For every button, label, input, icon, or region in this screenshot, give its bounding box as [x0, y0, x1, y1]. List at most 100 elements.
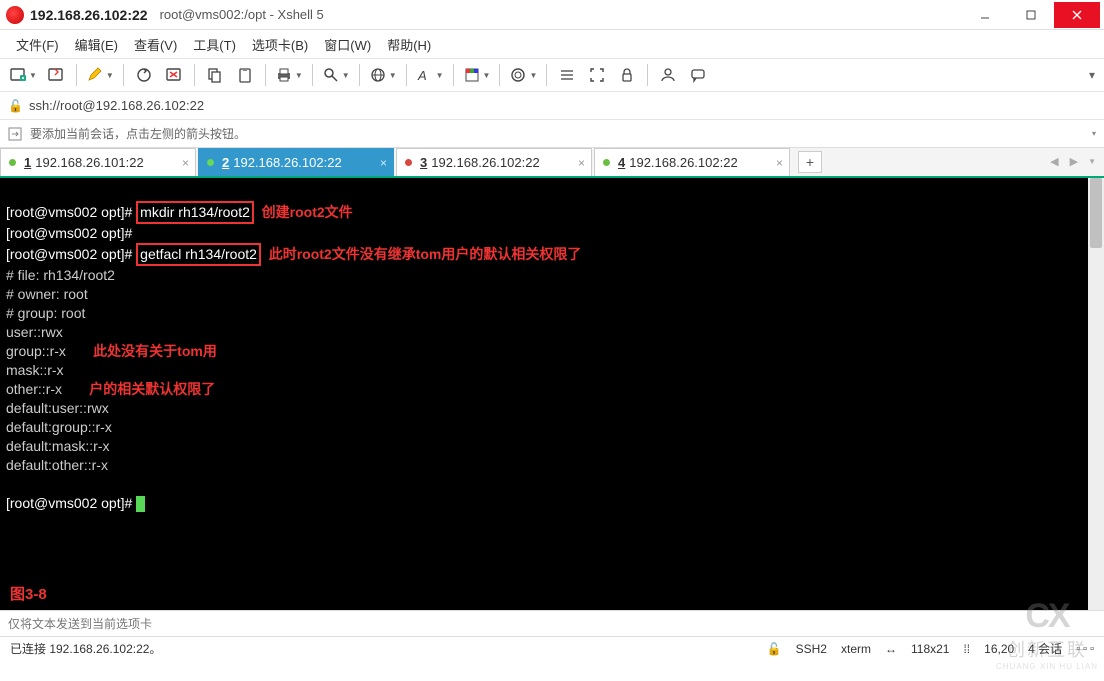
terminal-output: group::r-x: [6, 343, 66, 359]
tab-number: 2: [222, 155, 229, 170]
hint-arrow-icon[interactable]: [8, 127, 22, 141]
status-pos-icon: ⁞⁞: [963, 642, 970, 656]
window-buttons: [962, 2, 1100, 28]
scrollbar-thumb[interactable]: [1090, 178, 1102, 248]
chevron-down-icon: ▼: [389, 71, 397, 80]
menu-window[interactable]: 窗口(W): [318, 31, 377, 58]
status-size-icon: ↔: [885, 642, 897, 656]
figure-label: 图3-8: [10, 585, 47, 604]
watermark-py: CHUANG XIN HU LIAN: [996, 662, 1098, 671]
color-scheme-button[interactable]: ▼: [460, 61, 494, 89]
close-button[interactable]: [1054, 2, 1100, 28]
session-tab-2[interactable]: 2 192.168.26.102:22 ×: [198, 148, 394, 176]
user-button[interactable]: [654, 61, 682, 89]
reconnect-button[interactable]: [130, 61, 158, 89]
new-session-button[interactable]: ▼: [6, 61, 40, 89]
status-lock-icon: 🔓: [767, 642, 782, 656]
chevron-down-icon: ▼: [483, 71, 491, 80]
send-bar: 仅将文本发送到当前选项卡: [0, 610, 1104, 636]
terminal-output: default:other::r-x: [6, 457, 108, 473]
hint-bar: 要添加当前会话，点击左侧的箭头按钮。 ▾: [0, 120, 1104, 148]
tab-label: 192.168.26.102:22: [233, 155, 341, 170]
terminal-output: # owner: root: [6, 286, 88, 302]
app-icon: [6, 6, 24, 24]
terminal-output: other::r-x: [6, 381, 62, 397]
status-dot-icon: [405, 159, 412, 166]
status-dot-icon: [9, 159, 16, 166]
tab-number: 4: [618, 155, 625, 170]
disconnect-button[interactable]: [160, 61, 188, 89]
terminal-command-highlight: mkdir rh134/root2: [136, 201, 254, 224]
font-button[interactable]: A ▼: [413, 61, 447, 89]
lines-button[interactable]: [553, 61, 581, 89]
tab-close-icon[interactable]: ×: [182, 156, 189, 170]
session-tab-3[interactable]: 3 192.168.26.102:22 ×: [396, 148, 592, 176]
toolbar-overflow[interactable]: ▾: [1086, 68, 1098, 82]
terminal-output: default:user::rwx: [6, 400, 109, 416]
chevron-down-icon: ▼: [29, 71, 37, 80]
lock-button[interactable]: [613, 61, 641, 89]
menu-file[interactable]: 文件(F): [10, 31, 65, 58]
tab-close-icon[interactable]: ×: [776, 156, 783, 170]
scrollbar[interactable]: [1088, 178, 1104, 610]
status-dot-icon: [207, 159, 214, 166]
tab-nav-arrows[interactable]: ◀ ▶▼: [1050, 155, 1100, 168]
tab-label: 192.168.26.101:22: [35, 155, 143, 170]
watermark-logo: CX: [996, 597, 1098, 636]
session-tab-4[interactable]: 4 192.168.26.102:22 ×: [594, 148, 790, 176]
fullscreen-button[interactable]: [583, 61, 611, 89]
chevron-down-icon: ▼: [342, 71, 350, 80]
tab-close-icon[interactable]: ×: [380, 156, 387, 170]
paste-button[interactable]: [231, 61, 259, 89]
web-button[interactable]: ▼: [366, 61, 400, 89]
menu-bar: 文件(F) 编辑(E) 查看(V) 工具(T) 选项卡(B) 窗口(W) 帮助(…: [0, 30, 1104, 58]
chevron-down-icon: ▼: [529, 71, 537, 80]
script-button[interactable]: ▼: [506, 61, 540, 89]
print-button[interactable]: ▼: [272, 61, 306, 89]
status-bar: 已连接 192.168.26.102:22。 🔓 SSH2 xterm ↔ 11…: [0, 636, 1104, 660]
find-button[interactable]: ▼: [319, 61, 353, 89]
tab-label: 192.168.26.102:22: [629, 155, 737, 170]
watermark: CX 创新互联 CHUANG XIN HU LIAN: [996, 597, 1098, 671]
terminal-output: # group: root: [6, 305, 85, 321]
tab-close-icon[interactable]: ×: [578, 156, 585, 170]
menu-edit[interactable]: 编辑(E): [69, 31, 124, 58]
menu-tools[interactable]: 工具(T): [187, 31, 242, 58]
menu-help[interactable]: 帮助(H): [381, 31, 437, 58]
terminal-prompt: [root@vms002 opt]#: [6, 204, 132, 220]
open-session-button[interactable]: [42, 61, 70, 89]
menu-view[interactable]: 查看(V): [128, 31, 183, 58]
address-url[interactable]: ssh://root@192.168.26.102:22: [29, 98, 204, 113]
terminal-prompt: [root@vms002 opt]#: [6, 225, 132, 241]
copy-button[interactable]: [201, 61, 229, 89]
status-connection: 已连接 192.168.26.102:22。: [10, 640, 161, 657]
status-terminal-type: xterm: [841, 642, 871, 656]
address-bar: 🔓 ssh://root@192.168.26.102:22: [0, 92, 1104, 120]
maximize-button[interactable]: [1008, 2, 1054, 28]
terminal-output: default:mask::r-x: [6, 438, 109, 454]
minimize-button[interactable]: [962, 2, 1008, 28]
session-tab-1[interactable]: 1 192.168.26.101:22 ×: [0, 148, 196, 176]
terminal-area[interactable]: [root@vms002 opt]# mkdir rh134/root2 创建r…: [0, 178, 1104, 610]
annotation: 此时root2文件没有继承tom用户的默认相关权限了: [269, 246, 582, 262]
chat-button[interactable]: [684, 61, 712, 89]
chevron-down-icon: ▼: [106, 71, 114, 80]
terminal-output: default:group::r-x: [6, 419, 112, 435]
status-dot-icon: [603, 159, 610, 166]
menu-tabs[interactable]: 选项卡(B): [246, 31, 314, 58]
new-tab-button[interactable]: +: [798, 151, 822, 173]
send-bar-text: 仅将文本发送到当前选项卡: [8, 615, 152, 632]
terminal-prompt: [root@vms002 opt]#: [6, 246, 132, 262]
hint-overflow[interactable]: ▾: [1092, 129, 1096, 138]
title-suffix: root@vms002:/opt - Xshell 5: [160, 7, 324, 22]
terminal-cursor: [136, 496, 145, 512]
terminal-output: # file: rh134/root2: [6, 267, 115, 283]
status-size: 118x21: [911, 642, 949, 656]
tab-number: 3: [420, 155, 427, 170]
edit-button[interactable]: ▼: [83, 61, 117, 89]
terminal-output: user::rwx: [6, 324, 63, 340]
terminal-output: mask::r-x: [6, 362, 64, 378]
toolbar: ▼ ▼ ▼ ▼ ▼ A ▼ ▼: [0, 58, 1104, 92]
terminal-prompt: [root@vms002 opt]#: [6, 495, 132, 511]
status-protocol: SSH2: [796, 642, 827, 656]
